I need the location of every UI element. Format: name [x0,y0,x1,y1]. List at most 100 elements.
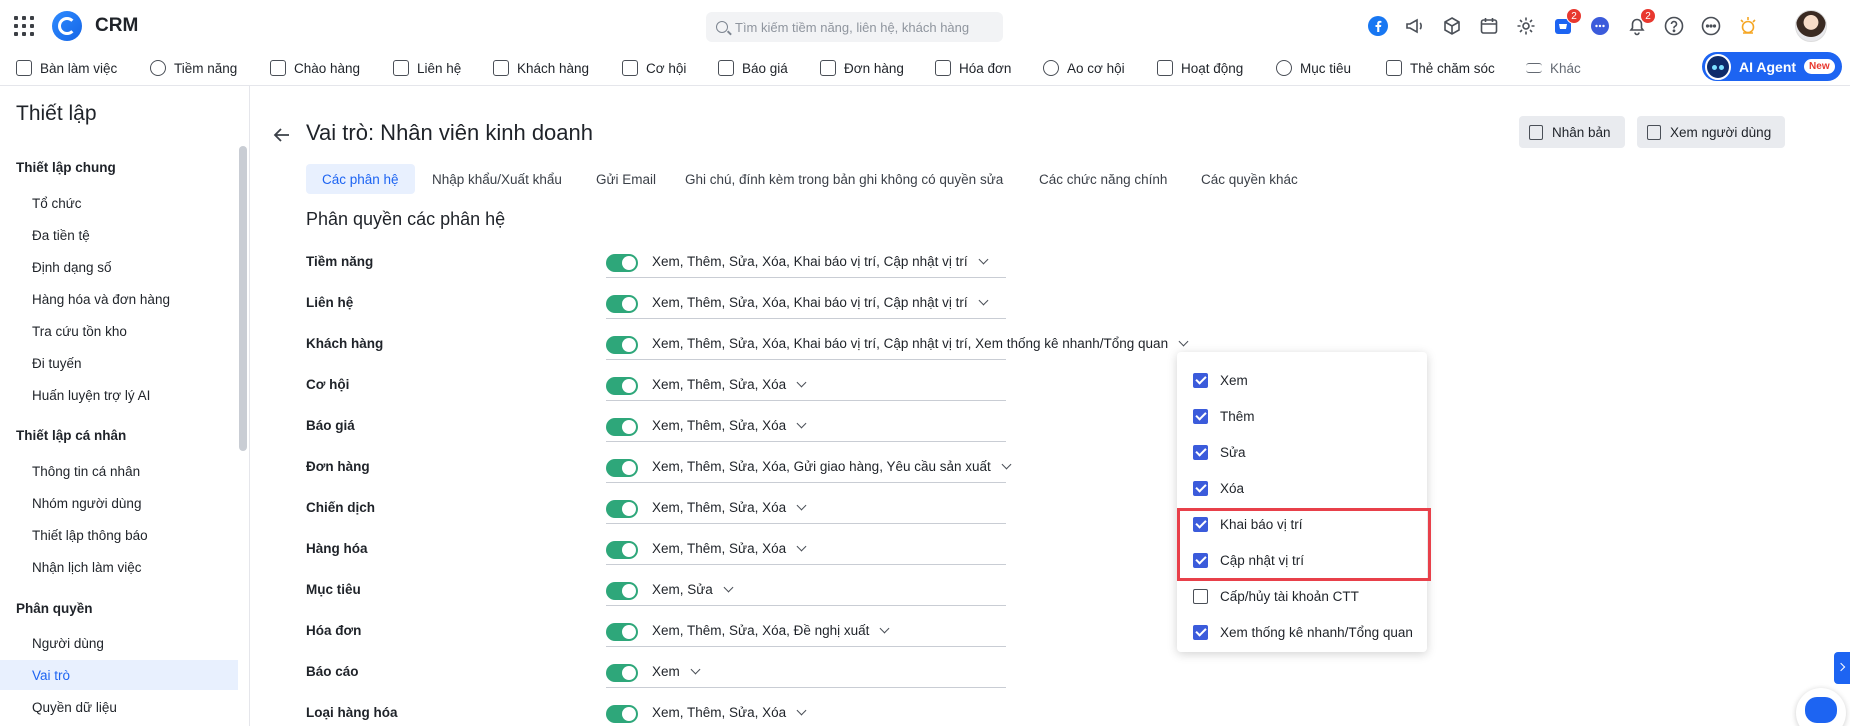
duplicate-button[interactable]: Nhân bản [1519,116,1625,148]
module-toggle[interactable] [606,500,638,518]
nav-bao-gia[interactable]: Báo giá [718,52,788,84]
permission-option[interactable]: Xóa [1177,472,1427,504]
permission-select[interactable]: Xem, Thêm, Sửa, Xóa, Khai báo vị trí, Cậ… [652,295,989,310]
nav-khach-hang[interactable]: Khách hàng [493,52,589,84]
module-toggle[interactable] [606,254,638,272]
permission-select[interactable]: Xem, Thêm, Sửa, Xóa, Khai báo vị trí, Cậ… [652,254,989,269]
help-icon[interactable] [1661,13,1687,39]
gear-icon[interactable] [1513,13,1539,39]
permission-select[interactable]: Xem, Thêm, Sửa, Xóa, Khai báo vị trí, Cậ… [652,336,1189,351]
sun-user-icon[interactable] [1735,13,1761,39]
sidebar-item-to-chuc[interactable]: Tổ chức [0,188,238,218]
permission-select[interactable]: Xem, Thêm, Sửa, Xóa [652,500,807,515]
option-label: Xem [1220,372,1248,388]
nav-don-hang[interactable]: Đơn hàng [820,52,904,84]
module-toggle[interactable] [606,418,638,436]
sidebar-item-da-tien-te[interactable]: Đa tiền tệ [0,220,238,250]
sidebar-item-nhom-nguoi-dung[interactable]: Nhóm người dùng [0,488,238,518]
module-label: Hóa đơn [306,623,362,638]
module-toggle[interactable] [606,295,638,313]
permission-select[interactable]: Xem, Thêm, Sửa, Xóa [652,377,807,392]
permission-option[interactable]: Thêm [1177,400,1427,432]
permission-select[interactable]: Xem, Thêm, Sửa, Xóa [652,418,807,433]
module-label: Báo cáo [306,664,359,679]
back-arrow-icon[interactable] [272,125,292,145]
view-users-button[interactable]: Xem người dùng [1637,116,1786,148]
apps-grid-icon[interactable] [14,16,34,36]
nav-tiem-nang[interactable]: Tiềm năng [150,52,237,84]
facebook-icon[interactable] [1365,13,1391,39]
nav-co-hoi[interactable]: Cơ hội [622,52,686,84]
sidebar-item-huan-luyen-ai[interactable]: Huấn luyện trợ lý AI [0,380,238,410]
module-toggle[interactable] [606,705,638,723]
tab-gui-email[interactable]: Gửi Email [596,164,656,194]
nav-ban-lam-viec[interactable]: Bàn làm việc [16,52,117,84]
sidebar-item-thiet-lap-thong-bao[interactable]: Thiết lập thông báo [0,520,238,550]
sidebar-scrollbar[interactable] [239,146,247,451]
module-toggle[interactable] [606,582,638,600]
tab-nhap-khau-xuat-khau[interactable]: Nhập khẩu/Xuất khẩu [432,164,562,194]
nav-chao-hang[interactable]: Chào hàng [270,52,360,84]
permission-summary: Xem, Thêm, Sửa, Xóa [652,705,787,720]
ai-agent-button[interactable]: AI Agent New [1702,52,1842,81]
checkbox[interactable] [1193,480,1208,496]
sidebar-item-di-tuyen[interactable]: Đi tuyến [0,348,238,378]
sidebar-item-tra-cuu-ton-kho[interactable]: Tra cứu tồn kho [0,316,238,346]
module-label: Khách hàng [306,336,384,351]
nav-ao-co-hoi[interactable]: Ao cơ hội [1043,52,1125,84]
checkbox[interactable] [1193,408,1208,424]
permission-select[interactable]: Xem, Thêm, Sửa, Xóa, Gửi giao hàng, Yêu … [652,459,1012,474]
bell-icon[interactable]: 2 [1624,8,1656,39]
permission-select[interactable]: Xem, Sửa [652,582,734,597]
module-row: Báo cáo Xem [306,658,1306,688]
permission-select[interactable]: Xem, Thêm, Sửa, Xóa [652,705,807,720]
box-icon[interactable] [1439,13,1465,39]
expand-panel-tab[interactable] [1834,652,1850,684]
nav-the-cham-soc[interactable]: Thẻ chăm sóc [1386,52,1495,84]
module-toggle[interactable] [606,459,638,477]
sidebar-item-hang-hoa-don-hang[interactable]: Hàng hóa và đơn hàng [0,284,238,314]
module-toggle[interactable] [606,664,638,682]
checkbox[interactable] [1193,624,1208,640]
cart-icon[interactable]: 2 [1550,8,1582,39]
nav-hoat-dong[interactable]: Hoạt động [1157,52,1243,84]
sidebar-item-quyen-du-lieu[interactable]: Quyền dữ liệu [0,692,238,722]
tab-cac-phan-he[interactable]: Các phân hệ [306,164,415,194]
tab-cac-chuc-nang-chinh[interactable]: Các chức năng chính [1039,164,1167,194]
user-avatar[interactable] [1795,10,1827,42]
search-input[interactable] [735,19,985,35]
permission-select[interactable]: Xem [652,664,701,679]
permission-option[interactable]: Xem thống kê nhanh/Tổng quan [1177,616,1427,648]
module-toggle[interactable] [606,377,638,395]
megaphone-icon[interactable] [1402,13,1428,39]
more-icon[interactable] [1698,13,1724,39]
module-toggle[interactable] [606,541,638,559]
module-row: Khách hàng Xem, Thêm, Sửa, Xóa, Khai báo … [306,330,1306,360]
crm-logo-icon[interactable] [52,11,82,41]
sidebar-item-vai-tro[interactable]: Vai trò [0,660,238,690]
checkbox[interactable] [1193,372,1208,388]
nav-muc-tieu[interactable]: Mục tiêu [1276,52,1351,84]
tab-cac-quyen-khac[interactable]: Các quyền khác [1201,164,1298,194]
module-toggle[interactable] [606,336,638,354]
sidebar-item-dinh-dang-so[interactable]: Định dạng số [0,252,238,282]
permission-option[interactable]: Cấp/hủy tài khoản CTT [1177,580,1427,612]
nav-hoa-don[interactable]: Hóa đơn [935,52,1011,84]
permission-select[interactable]: Xem, Thêm, Sửa, Xóa, Đề nghị xuất [652,623,890,638]
permission-option[interactable]: Xem [1177,364,1427,396]
nav-lien-he[interactable]: Liên hệ [393,52,461,84]
checkbox[interactable] [1193,444,1208,460]
calendar-icon[interactable] [1476,13,1502,39]
module-toggle[interactable] [606,623,638,641]
global-search[interactable] [706,12,1003,42]
permission-select[interactable]: Xem, Thêm, Sửa, Xóa [652,541,807,556]
assistant-bot-button[interactable] [1796,688,1846,726]
permission-option[interactable]: Sửa [1177,436,1427,468]
chat-icon[interactable] [1587,13,1613,39]
sidebar-item-nguoi-dung[interactable]: Người dùng [0,628,238,658]
tab-ghi-chu-dinh-kem[interactable]: Ghi chú, đính kèm trong bản ghi không có… [685,164,1003,194]
checkbox[interactable] [1193,588,1208,604]
nav-khac[interactable]: Khác [1526,52,1581,84]
sidebar-item-nhan-lich-lam-viec[interactable]: Nhận lịch làm việc [0,552,238,582]
sidebar-item-thong-tin-ca-nhan[interactable]: Thông tin cá nhân [0,456,238,486]
